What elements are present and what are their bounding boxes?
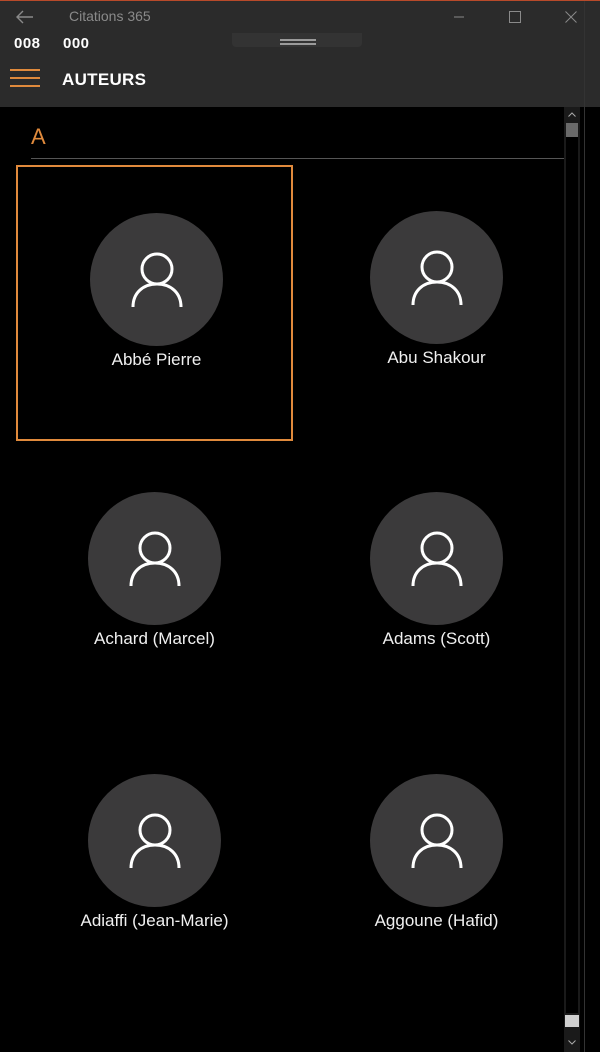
group-divider — [31, 158, 564, 159]
scroll-up-button[interactable] — [564, 107, 580, 121]
author-name: Aggoune (Hafid) — [374, 911, 499, 930]
close-icon — [565, 11, 577, 23]
person-icon — [129, 531, 180, 586]
person-icon — [131, 252, 182, 307]
minimize-icon — [454, 16, 464, 18]
author-tile[interactable]: Adams (Scott) — [298, 446, 566, 722]
maximize-button[interactable] — [488, 1, 542, 33]
author-tile[interactable]: Aggoune (Hafid) — [298, 728, 566, 1004]
author-name: Adams (Scott) — [382, 629, 491, 648]
author-name: Abu Shakour — [387, 348, 486, 367]
author-tile[interactable]: Abu Shakour — [298, 165, 566, 441]
counter-right: 000 — [63, 35, 90, 52]
person-icon — [411, 531, 462, 586]
author-name: Abbé Pierre — [111, 350, 202, 369]
chevron-up-icon — [568, 111, 576, 117]
person-icon — [129, 813, 180, 868]
person-icon — [411, 250, 462, 305]
author-tile[interactable]: Achard (Marcel) — [16, 446, 293, 722]
close-button[interactable] — [544, 1, 598, 33]
author-name: Achard (Marcel) — [94, 629, 215, 648]
window-edge — [584, 1, 585, 1052]
page-title: AUTEURS — [62, 70, 147, 89]
avatar — [88, 774, 221, 907]
back-button[interactable] — [8, 3, 42, 31]
author-name: Adiaffi (Jean-Marie) — [80, 911, 229, 930]
app-window: Citations 365 008 000 AUTEURS A Abbé Pie… — [0, 0, 600, 1052]
person-icon — [411, 813, 462, 868]
vertical-scrollbar[interactable] — [564, 107, 580, 1052]
avatar — [88, 492, 221, 625]
drag-handle-icon[interactable] — [280, 39, 316, 45]
scroll-down-button[interactable] — [564, 1035, 580, 1049]
avatar — [370, 492, 503, 625]
author-tile[interactable]: Adiaffi (Jean-Marie) — [16, 728, 293, 1004]
back-arrow-icon — [16, 10, 33, 24]
scroll-track[interactable] — [566, 137, 578, 1013]
title-bar: Citations 365 — [0, 1, 600, 33]
hamburger-icon[interactable] — [10, 69, 42, 93]
scroll-thumb[interactable] — [566, 123, 578, 137]
group-header-letter[interactable]: A — [31, 124, 46, 150]
minimize-button[interactable] — [432, 1, 486, 33]
maximize-icon — [509, 11, 521, 23]
scroll-end-marker — [565, 1015, 579, 1027]
avatar — [370, 211, 503, 344]
chevron-down-icon — [568, 1039, 576, 1045]
avatar — [370, 774, 503, 907]
counter-left: 008 — [14, 35, 41, 52]
authors-list[interactable]: A Abbé Pierre Abu Shakour Achard (Marcel… — [0, 107, 566, 1052]
app-header: AUTEURS — [0, 55, 600, 107]
author-tile[interactable]: Abbé Pierre — [16, 165, 293, 441]
avatar — [90, 213, 223, 346]
app-title: Citations 365 — [69, 8, 151, 24]
